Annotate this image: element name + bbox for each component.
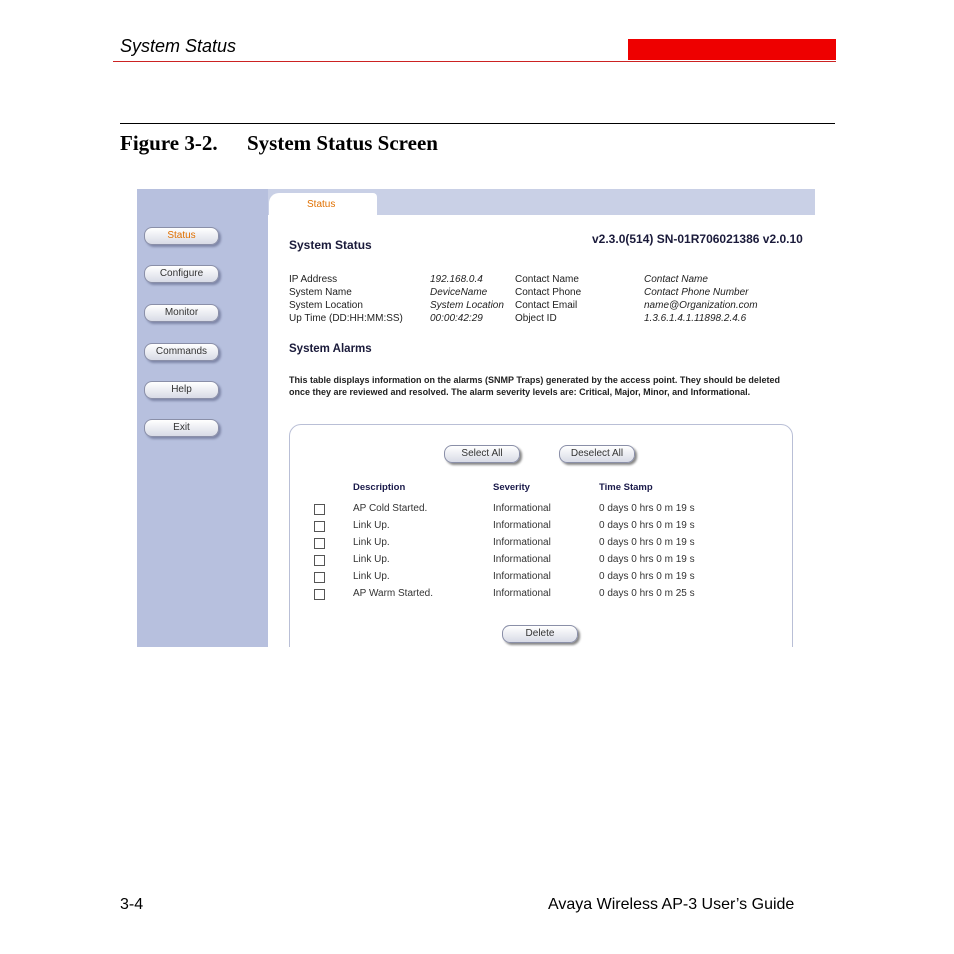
row-time: 0 days 0 hrs 0 m 25 s bbox=[599, 588, 695, 599]
system-location-value: System Location bbox=[430, 300, 504, 311]
row-checkbox[interactable] bbox=[314, 589, 325, 600]
row-time: 0 days 0 hrs 0 m 19 s bbox=[599, 571, 695, 582]
column-header-severity: Severity bbox=[493, 482, 530, 493]
contact-phone-value: Contact Phone Number bbox=[644, 287, 749, 298]
ip-value: 192.168.0.4 bbox=[430, 274, 483, 285]
book-title: Avaya Wireless AP-3 User’s Guide bbox=[548, 896, 795, 913]
row-time: 0 days 0 hrs 0 m 19 s bbox=[599, 537, 695, 548]
delete-button[interactable]: Delete bbox=[502, 625, 578, 643]
alarms-title: System Alarms bbox=[289, 343, 372, 355]
contact-email-label: Contact Email bbox=[515, 300, 578, 311]
row-severity: Informational bbox=[493, 520, 551, 531]
header-accent-bar bbox=[628, 39, 836, 60]
nav-configure-button[interactable]: Configure bbox=[144, 265, 219, 283]
row-description: Link Up. bbox=[353, 571, 390, 582]
row-description: Link Up. bbox=[353, 554, 390, 565]
version-string: v2.3.0(514) SN-01R706021386 v2.0.10 bbox=[592, 232, 803, 246]
select-all-button[interactable]: Select All bbox=[444, 445, 520, 463]
row-time: 0 days 0 hrs 0 m 19 s bbox=[599, 554, 695, 565]
contact-phone-label: Contact Phone bbox=[515, 287, 582, 298]
row-checkbox[interactable] bbox=[314, 504, 325, 515]
nav-help-button[interactable]: Help bbox=[144, 381, 219, 399]
status-screenshot: Status Configure Monitor Commands Help E… bbox=[137, 189, 815, 647]
row-checkbox[interactable] bbox=[314, 555, 325, 566]
figure-title: System Status Screen bbox=[247, 131, 438, 155]
contact-name-label: Contact Name bbox=[515, 274, 579, 285]
contact-email-value: name@Organization.com bbox=[644, 300, 758, 311]
section-title: System Status bbox=[289, 238, 372, 252]
running-header-title: System Status bbox=[120, 36, 237, 56]
deselect-all-button[interactable]: Deselect All bbox=[559, 445, 635, 463]
tab-status-label: Status bbox=[307, 199, 336, 210]
row-checkbox[interactable] bbox=[314, 538, 325, 549]
row-description: AP Cold Started. bbox=[353, 503, 428, 514]
sidebar: Status Configure Monitor Commands Help E… bbox=[137, 189, 268, 647]
uptime-label: Up Time (DD:HH:MM:SS) bbox=[289, 313, 403, 324]
object-id-value: 1.3.6.1.4.1.11898.2.4.6 bbox=[644, 313, 747, 324]
ip-label: IP Address bbox=[289, 274, 338, 285]
row-checkbox[interactable] bbox=[314, 521, 325, 532]
row-severity: Informational bbox=[493, 503, 551, 514]
system-name-label: System Name bbox=[289, 287, 352, 298]
row-time: 0 days 0 hrs 0 m 19 s bbox=[599, 503, 695, 514]
alarms-description: This table displays information on the a… bbox=[289, 375, 780, 397]
row-description: Link Up. bbox=[353, 520, 390, 531]
nav-status-button[interactable]: Status bbox=[144, 227, 219, 245]
row-description: AP Warm Started. bbox=[353, 588, 434, 599]
nav-commands-button[interactable]: Commands bbox=[144, 343, 219, 361]
system-name-value: DeviceName bbox=[430, 287, 488, 298]
uptime-value: 00:00:42:29 bbox=[430, 313, 483, 324]
row-time: 0 days 0 hrs 0 m 19 s bbox=[599, 520, 695, 531]
alarms-panel bbox=[289, 424, 793, 647]
row-severity: Informational bbox=[493, 537, 551, 548]
row-severity: Informational bbox=[493, 571, 551, 582]
system-location-label: System Location bbox=[289, 300, 363, 311]
page-number: 3-4 bbox=[120, 896, 144, 913]
nav-exit-button[interactable]: Exit bbox=[144, 419, 219, 437]
header-rule bbox=[113, 61, 836, 62]
figure-rule bbox=[120, 123, 835, 124]
figure-caption: Figure 3-2. System Status Screen bbox=[120, 131, 438, 156]
row-description: Link Up. bbox=[353, 537, 390, 548]
nav-monitor-button[interactable]: Monitor bbox=[144, 304, 219, 322]
figure-number: Figure 3-2. bbox=[120, 131, 218, 155]
row-severity: Informational bbox=[493, 588, 551, 599]
column-header-description: Description bbox=[353, 482, 406, 493]
row-severity: Informational bbox=[493, 554, 551, 565]
column-header-time-stamp: Time Stamp bbox=[599, 482, 653, 493]
object-id-label: Object ID bbox=[515, 313, 557, 324]
row-checkbox[interactable] bbox=[314, 572, 325, 583]
contact-name-value: Contact Name bbox=[644, 274, 708, 285]
